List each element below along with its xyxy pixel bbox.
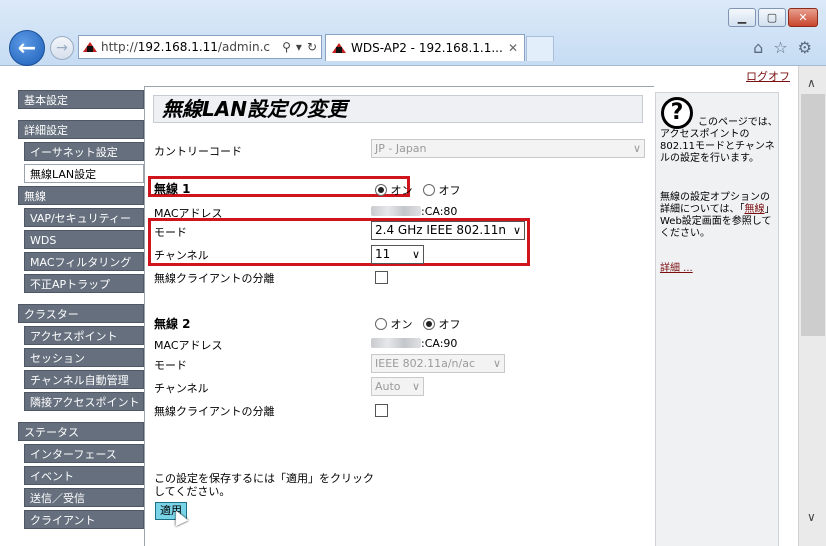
radio1-isolation-checkbox[interactable] xyxy=(375,271,388,284)
radio2-mode-label: モード xyxy=(154,359,187,372)
chevron-down-icon: ∨ xyxy=(411,248,420,261)
sidebar-item-interfaces[interactable]: インターフェース xyxy=(24,444,144,463)
scroll-down-icon[interactable]: ∨ xyxy=(807,510,816,524)
radio1-channel-select[interactable]: 11 ∨ xyxy=(371,245,424,264)
sidebar-item-channel-management[interactable]: チャンネル自動管理 xyxy=(24,370,144,389)
sidebar-item-clients[interactable]: クライアント xyxy=(24,510,144,529)
sidebar-item-rogue-ap[interactable]: 不正APトラップ xyxy=(24,274,144,293)
radio1-off-radio[interactable] xyxy=(423,184,435,196)
sidebar-item-access-points[interactable]: アクセスポイント xyxy=(24,326,144,345)
sidebar-item-wireless-lan[interactable]: 無線LAN設定 xyxy=(24,164,144,183)
radio1-on-radio[interactable] xyxy=(375,184,387,196)
dropdown-icon[interactable]: ▾ xyxy=(296,40,302,54)
vertical-scrollbar[interactable]: ∧ ∨ xyxy=(798,66,826,546)
radio1-mode-label: モード xyxy=(154,226,187,239)
radio1-isolation-label: 無線クライアントの分離 xyxy=(154,272,275,285)
sidebar-item-wds[interactable]: WDS xyxy=(24,230,144,249)
radio2-title: 無線 2 xyxy=(154,317,191,331)
radio2-channel-select[interactable]: Auto ∨ xyxy=(371,377,424,396)
radio2-isolation-label: 無線クライアントの分離 xyxy=(154,405,275,418)
radio2-mac-label: MACアドレス xyxy=(154,339,223,352)
home-icon[interactable]: ⌂ xyxy=(753,38,763,57)
radio1-mode-select[interactable]: 2.4 GHz IEEE 802.11n ∨ xyxy=(371,221,525,240)
radio1-channel-label: チャンネル xyxy=(154,249,209,262)
radio2-mode-select[interactable]: IEEE 802.11a/n/ac ∨ xyxy=(371,354,505,373)
close-icon[interactable]: ✕ xyxy=(788,8,818,27)
refresh-icon[interactable]: ↻ xyxy=(307,40,317,54)
sidebar-item-tx-rx[interactable]: 送信／受信 xyxy=(24,488,144,507)
sidebar-item-sessions[interactable]: セッション xyxy=(24,348,144,367)
country-label: カントリーコード xyxy=(154,145,242,158)
radio1-mac-value: :CA:80 xyxy=(371,205,457,218)
radio2-isolation-checkbox[interactable] xyxy=(375,404,388,417)
sidebar-item-neighbor-ap[interactable]: 隣接アクセスポイント xyxy=(24,392,144,411)
help-more-link[interactable]: 詳細 ... xyxy=(660,259,693,274)
sidebar-item-ethernet[interactable]: イーサネット設定 xyxy=(24,142,144,161)
star-icon[interactable]: ☆ xyxy=(773,38,787,57)
scroll-up-icon[interactable]: ∧ xyxy=(807,76,816,90)
sidebar-item-advanced[interactable]: 詳細設定 xyxy=(18,120,144,139)
page-title: 無線LAN設定の変更 xyxy=(153,95,643,123)
logout-link[interactable]: ログオフ xyxy=(746,68,790,84)
radio1-title: 無線 1 xyxy=(154,182,191,196)
country-select[interactable]: JP - Japan ∨ xyxy=(371,139,645,158)
redacted-mac xyxy=(371,206,421,216)
scroll-thumb[interactable] xyxy=(801,94,825,336)
tab-active[interactable]: WDS-AP2 - 192.168.1.1... ✕ xyxy=(325,34,525,61)
sidebar-item-wireless[interactable]: 無線 xyxy=(18,186,144,205)
back-button[interactable]: ← xyxy=(9,30,45,66)
chevron-down-icon: ∨ xyxy=(512,224,521,237)
redacted-mac xyxy=(371,338,421,348)
arrow-left-icon: ← xyxy=(17,35,37,61)
sidebar-item-basic[interactable]: 基本設定 xyxy=(18,90,144,109)
search-icon[interactable]: ⚲ xyxy=(282,40,291,54)
help-text-options: 無線の設定オプションの詳細については、「無線」Web設定画面を参照してください。 xyxy=(660,192,775,239)
radio1-off-option[interactable]: オフ xyxy=(423,182,461,198)
radio2-off-radio[interactable] xyxy=(423,318,435,330)
radio2-mac-value: :CA:90 xyxy=(371,337,457,350)
chevron-down-icon: ∨ xyxy=(411,380,420,393)
radio2-channel-label: チャンネル xyxy=(154,382,209,395)
sidebar-item-vap-security[interactable]: VAP/セキュリティー xyxy=(24,208,144,227)
tab-favicon-icon xyxy=(332,42,346,54)
tab-title: WDS-AP2 - 192.168.1.1... xyxy=(351,41,503,55)
sidebar-item-events[interactable]: イベント xyxy=(24,466,144,485)
sidebar-item-mac-filter[interactable]: MACフィルタリング xyxy=(24,252,144,271)
help-text: このページでは、アクセスポイントの802.11モードとチャンネルの設定を行います… xyxy=(660,117,778,164)
sidebar-item-status[interactable]: ステータス xyxy=(18,422,144,441)
tab-close-icon[interactable]: ✕ xyxy=(508,41,518,55)
sidebar-item-cluster[interactable]: クラスター xyxy=(18,304,144,323)
address-bar[interactable]: http://192.168.1.11/admin.c ⚲ ▾ ↻ xyxy=(78,35,322,59)
radio2-off-option[interactable]: オフ xyxy=(423,316,461,332)
main-content: 無線LAN設定の変更 カントリーコード JP - Japan ∨ 無線 1 オン … xyxy=(144,86,654,546)
arrow-right-icon: → xyxy=(56,40,68,56)
apply-note: この設定を保存するには「適用」をクリックしてください。 xyxy=(154,472,374,498)
chevron-down-icon: ∨ xyxy=(492,357,501,370)
sidebar: 基本設定 詳細設定 イーサネット設定 無線LAN設定 無線 VAP/セキュリティ… xyxy=(18,90,144,532)
forward-button[interactable]: → xyxy=(50,36,74,60)
radio1-on-option[interactable]: オン xyxy=(375,182,413,198)
site-favicon-icon xyxy=(83,41,97,53)
new-tab-button[interactable] xyxy=(526,36,554,61)
radio2-on-option[interactable]: オン xyxy=(375,316,413,332)
minimize-icon[interactable]: ▁ xyxy=(728,8,756,27)
window-controls: ▁ ▢ ✕ xyxy=(728,8,818,27)
url-text: http://192.168.1.11/admin.c xyxy=(101,40,270,54)
browser-chrome: ▁ ▢ ✕ ← → http://192.168.1.11/admin.c ⚲ … xyxy=(0,0,826,66)
page: ログオフ 基本設定 詳細設定 イーサネット設定 無線LAN設定 無線 VAP/セ… xyxy=(0,66,798,546)
help-wireless-link[interactable]: 無線 xyxy=(745,204,765,215)
radio2-on-radio[interactable] xyxy=(375,318,387,330)
chevron-down-icon: ∨ xyxy=(632,142,641,155)
maximize-icon[interactable]: ▢ xyxy=(758,8,786,27)
gear-icon[interactable]: ⚙ xyxy=(798,38,812,57)
help-panel: ? このページでは、アクセスポイントの802.11モードとチャンネルの設定を行い… xyxy=(655,92,779,546)
